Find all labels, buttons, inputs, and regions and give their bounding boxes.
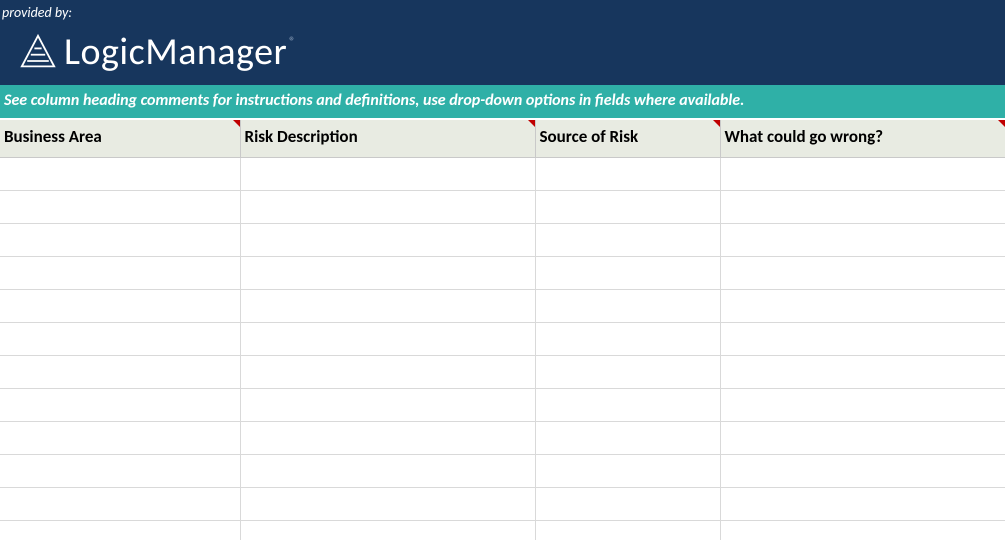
cell[interactable] [720, 521, 1005, 540]
table-row [0, 488, 1005, 521]
cell[interactable] [240, 224, 535, 257]
col-header-business-area[interactable]: Business Area [0, 120, 240, 158]
table-row [0, 158, 1005, 191]
table-body [0, 158, 1005, 540]
table-row [0, 422, 1005, 455]
cell[interactable] [535, 257, 720, 290]
cell[interactable] [535, 521, 720, 540]
table-row [0, 290, 1005, 323]
table-header-row: Business Area Risk Description Source of… [0, 120, 1005, 158]
col-header-source-of-risk[interactable]: Source of Risk [535, 120, 720, 158]
table-row [0, 257, 1005, 290]
cell[interactable] [240, 191, 535, 224]
comment-marker-icon[interactable] [233, 120, 240, 127]
cell[interactable] [720, 389, 1005, 422]
logo: LogicManager® [0, 23, 1005, 75]
comment-marker-icon[interactable] [528, 120, 535, 127]
cell[interactable] [240, 422, 535, 455]
logicmanager-logo-icon [20, 34, 56, 70]
cell[interactable] [240, 257, 535, 290]
cell[interactable] [240, 158, 535, 191]
table-row [0, 356, 1005, 389]
cell[interactable] [0, 356, 240, 389]
cell[interactable] [0, 158, 240, 191]
cell[interactable] [535, 224, 720, 257]
cell[interactable] [0, 521, 240, 540]
cell[interactable] [535, 290, 720, 323]
cell[interactable] [0, 290, 240, 323]
cell[interactable] [720, 488, 1005, 521]
cell[interactable] [0, 257, 240, 290]
cell[interactable] [0, 224, 240, 257]
table-row [0, 191, 1005, 224]
logo-text-part2: Manager [145, 29, 287, 75]
cell[interactable] [720, 356, 1005, 389]
logo-text: LogicManager® [64, 29, 296, 75]
cell[interactable] [720, 158, 1005, 191]
cell[interactable] [240, 488, 535, 521]
cell[interactable] [535, 455, 720, 488]
cell[interactable] [535, 323, 720, 356]
cell[interactable] [720, 422, 1005, 455]
cell[interactable] [535, 191, 720, 224]
cell[interactable] [0, 389, 240, 422]
col-header-label: Source of Risk [540, 126, 639, 147]
table-row [0, 389, 1005, 422]
cell[interactable] [0, 191, 240, 224]
cell[interactable] [535, 158, 720, 191]
cell[interactable] [535, 356, 720, 389]
col-header-label: What could go wrong? [725, 126, 884, 147]
col-header-risk-description[interactable]: Risk Description [240, 120, 535, 158]
table-row [0, 521, 1005, 540]
table-row [0, 224, 1005, 257]
cell[interactable] [0, 488, 240, 521]
cell[interactable] [720, 224, 1005, 257]
cell[interactable] [240, 290, 535, 323]
table-row [0, 323, 1005, 356]
registered-mark: ® [289, 35, 296, 49]
cell[interactable] [0, 455, 240, 488]
cell[interactable] [535, 422, 720, 455]
header-banner: provided by: LogicManager® [0, 0, 1005, 85]
cell[interactable] [720, 191, 1005, 224]
cell[interactable] [240, 356, 535, 389]
cell[interactable] [720, 323, 1005, 356]
cell[interactable] [720, 257, 1005, 290]
logo-text-part1: Logic [64, 29, 145, 75]
cell[interactable] [535, 488, 720, 521]
cell[interactable] [240, 455, 535, 488]
risk-table: Business Area Risk Description Source of… [0, 120, 1005, 540]
col-header-what-could-go-wrong[interactable]: What could go wrong? [720, 120, 1005, 158]
cell[interactable] [0, 323, 240, 356]
cell[interactable] [535, 389, 720, 422]
cell[interactable] [240, 323, 535, 356]
cell[interactable] [720, 290, 1005, 323]
cell[interactable] [240, 521, 535, 540]
cell[interactable] [720, 455, 1005, 488]
comment-marker-icon[interactable] [998, 120, 1005, 127]
col-header-label: Business Area [4, 126, 102, 147]
cell[interactable] [240, 389, 535, 422]
cell[interactable] [0, 422, 240, 455]
comment-marker-icon[interactable] [713, 120, 720, 127]
col-header-label: Risk Description [245, 126, 358, 147]
table-row [0, 455, 1005, 488]
provided-by-label: provided by: [0, 4, 1005, 23]
instruction-bar: See column heading comments for instruct… [0, 85, 1005, 120]
